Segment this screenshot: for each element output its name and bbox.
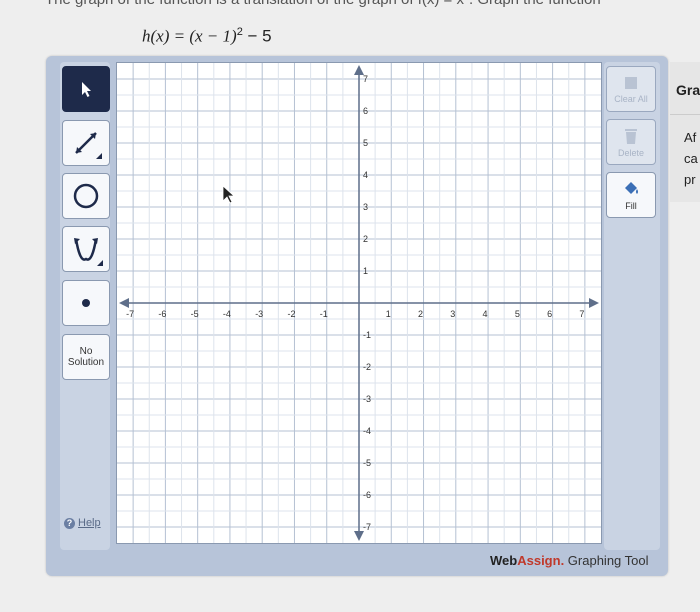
x-tick-label: 1 [386,309,391,319]
y-tick-label: 6 [363,106,368,116]
no-solution-label-2: Solution [67,357,105,368]
side-card-line-3: pr [684,172,696,187]
y-tick-label: -6 [363,490,371,500]
y-tick-label: 7 [363,74,368,84]
mouse-cursor-icon [222,185,236,204]
y-tick-label: -1 [363,330,371,340]
clear-all-label: Clear All [614,93,648,104]
side-card: Gra Af ca pr [670,62,700,202]
footer-brand: WebAssign. Graphing Tool [490,553,649,568]
help-link[interactable]: ? Help [64,517,101,529]
function-equation: h(x) = (x − 1)2 − 5 [142,26,272,47]
y-tick-label: -3 [363,394,371,404]
x-tick-label: 4 [483,309,488,319]
circle-tool-button[interactable] [62,173,110,219]
x-tick-label: -5 [191,309,199,319]
footer-tool-name: Graphing Tool [564,553,649,568]
side-card-line-1: Af [684,130,697,145]
delete-label: Delete [617,147,644,158]
x-tick-label: 7 [579,309,584,319]
y-tick-label: -7 [363,522,371,532]
x-tick-label: -3 [255,309,263,319]
y-tick-label: -5 [363,458,371,468]
help-label: Help [78,517,101,529]
x-tick-label: 3 [450,309,455,319]
trash-icon [625,128,637,144]
y-tick-label: 1 [363,266,368,276]
y-tick-label: 3 [363,202,368,212]
pointer-icon [82,82,91,97]
delete-button[interactable]: Delete [606,119,656,165]
clear-all-button[interactable]: Clear All [606,66,656,112]
x-tick-label: 2 [418,309,423,319]
line-tool-button[interactable] [62,120,110,166]
point-tool-button[interactable] [62,280,110,326]
y-tick-label: -2 [363,362,371,372]
x-tick-label: -2 [287,309,295,319]
pointer-tool-button[interactable] [62,66,110,112]
parabola-tool-button[interactable] [62,226,110,272]
y-tick-label: 5 [363,138,368,148]
y-axis-arrow-down [354,531,364,541]
no-solution-button[interactable]: No Solution [62,334,110,380]
clear-all-icon [625,76,637,89]
x-tick-label: -1 [320,309,328,319]
graph-area[interactable]: -7 -6 -5 -4 -3 -2 -1 1 2 3 4 5 6 7 7 6 5 4 3 2 1 -1 -2 -3 -4 -5 -6… [116,62,602,544]
circle-icon [73,183,99,209]
brand-assign: Assign [517,553,561,568]
line-icon [75,132,102,159]
parabola-icon [74,238,103,266]
x-axis-arrow-right [589,298,599,308]
y-tick-label: 2 [363,234,368,244]
help-icon: ? [64,517,75,529]
x-tick-label: -7 [126,309,134,319]
no-solution-label-1: No [79,346,93,357]
y-tick-label: 4 [363,170,368,180]
side-card-title: Gra [676,82,700,98]
equation-lhs: h(x) = (x − 1) [142,26,237,46]
equation-rhs: − 5 [242,26,272,46]
x-tick-label: -4 [223,309,231,319]
question-text-top: The graph of the function is a translati… [0,0,700,10]
x-tick-label: -6 [158,309,166,319]
x-axis-arrow-left [119,298,129,308]
x-tick-label: 6 [547,309,552,319]
fill-label: Fill [625,200,637,211]
brand-web: Web [490,553,518,568]
paint-bucket-icon [625,181,638,194]
fill-button[interactable]: Fill [606,172,656,218]
side-card-divider [670,114,700,115]
coordinate-grid[interactable]: -7 -6 -5 -4 -3 -2 -1 1 2 3 4 5 6 7 7 6 5 4 3 2 1 -1 -2 -3 -4 -5 -6… [117,63,601,543]
side-card-line-2: ca [684,151,698,166]
point-icon [82,299,90,307]
x-tick-label: 5 [515,309,520,319]
y-tick-label: -4 [363,426,371,436]
